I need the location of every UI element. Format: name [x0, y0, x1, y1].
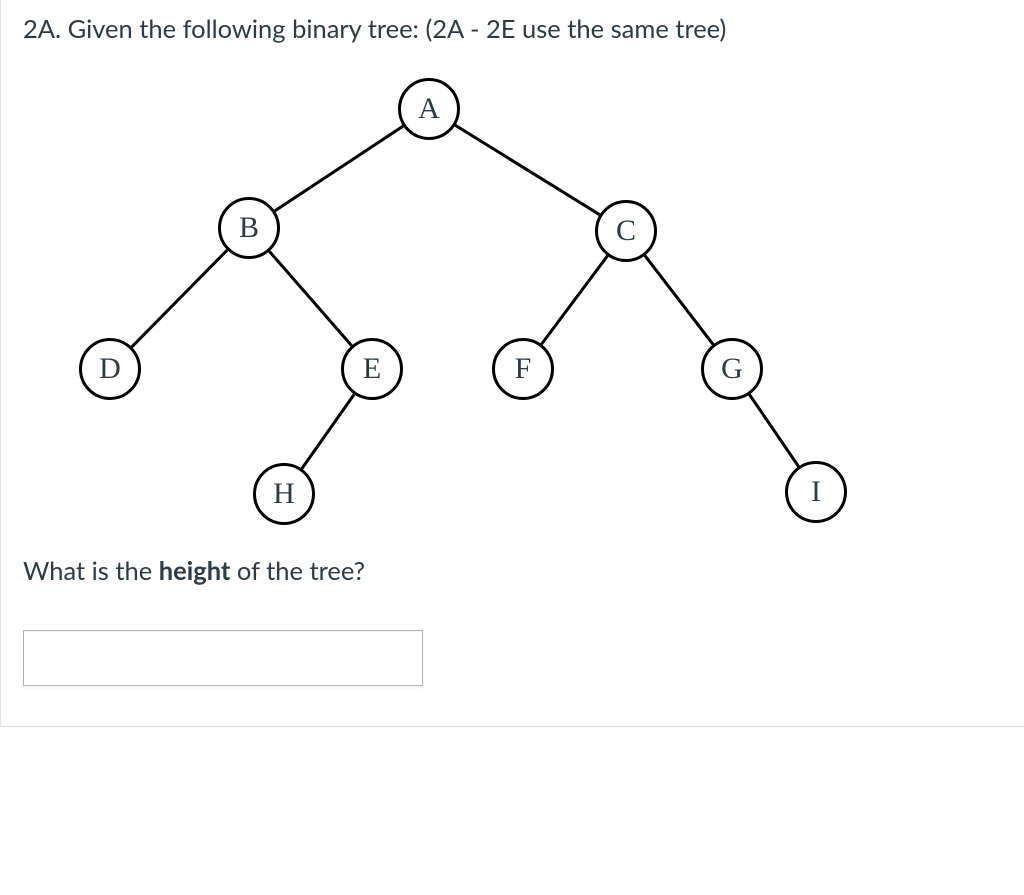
tree-edge [749, 395, 798, 467]
tree-edge [455, 126, 599, 215]
question-container: 2A. Given the following binary tree: (2A… [0, 0, 1024, 727]
prompt-text: 2A. Given the following binary tree: (2A… [23, 12, 1002, 46]
tree-node-b: B [218, 197, 280, 259]
tree-node-h: H [253, 463, 315, 525]
tree-edge [302, 395, 354, 469]
question-text: What is the height of the tree? [23, 556, 1002, 586]
tree-node-c: C [595, 200, 657, 262]
tree-node-d: D [79, 338, 141, 400]
q-post: of the tree? [230, 556, 365, 586]
q-pre: What is the [23, 556, 159, 586]
tree-node-e: E [341, 338, 403, 400]
answer-input[interactable] [23, 630, 423, 686]
binary-tree-diagram: A B C D E F G H I [13, 58, 873, 548]
tree-edge [269, 252, 351, 346]
q-bold: height [159, 556, 231, 586]
tree-edge [645, 256, 713, 345]
tree-node-i: I [785, 461, 847, 523]
tree-node-g: G [701, 338, 763, 400]
tree-edge [542, 256, 608, 344]
tree-node-a: A [398, 78, 460, 140]
tree-edge [132, 250, 227, 347]
tree-edge [275, 127, 403, 212]
tree-node-f: F [492, 338, 554, 400]
